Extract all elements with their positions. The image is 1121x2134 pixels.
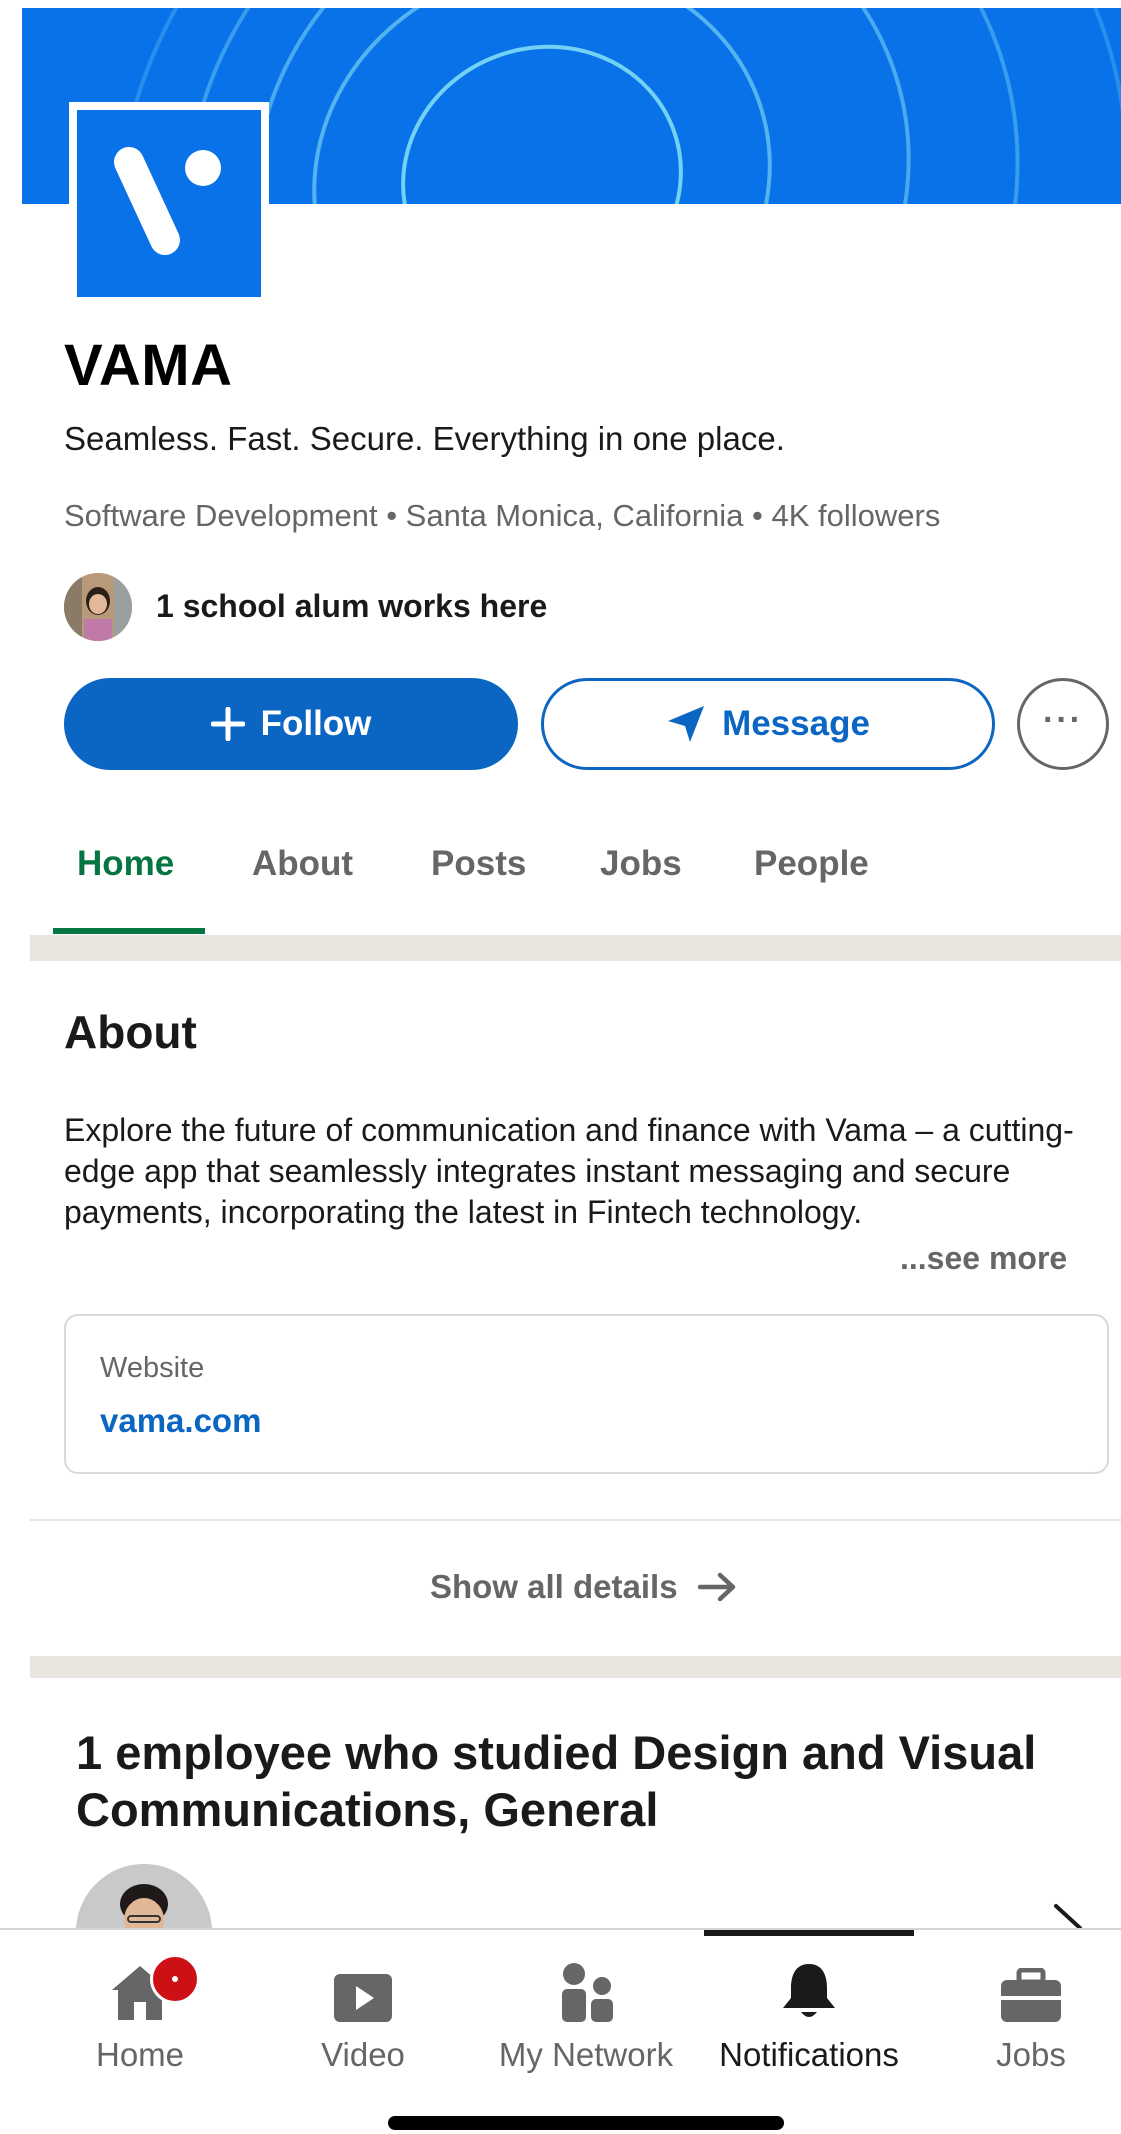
plus-icon (210, 707, 245, 741)
tab-people[interactable]: People (754, 844, 869, 884)
active-tab-indicator (53, 928, 205, 934)
bell-icon (783, 1964, 835, 2017)
tab-about[interactable]: About (252, 844, 353, 884)
home-indicator[interactable] (388, 2116, 784, 2130)
nav-notifications-label: Notifications (719, 2036, 899, 2073)
bottom-navigation: Home Video My Network Notifications Jobs (0, 1928, 1121, 2134)
message-label: Message (722, 704, 870, 743)
see-more-link[interactable]: ...see more (900, 1240, 1067, 1277)
send-icon (666, 704, 706, 744)
company-name: VAMA (64, 333, 233, 398)
employees-heading: 1 employee who studied Design and Visual… (76, 1726, 1037, 1836)
nav-video-label: Video (321, 2036, 405, 2073)
nav-my-network-label: My Network (498, 2036, 674, 2073)
section-divider (30, 1656, 1121, 1678)
divider (30, 1519, 1121, 1521)
vama-logo-icon (114, 147, 221, 255)
alum-avatar[interactable] (64, 573, 132, 641)
nav-jobs[interactable]: Jobs (921, 1942, 1121, 2074)
nav-my-network[interactable]: My Network (476, 1942, 696, 2074)
company-logo (69, 102, 269, 297)
message-button[interactable]: Message (541, 678, 995, 770)
company-tagline: Seamless. Fast. Secure. Everything in on… (64, 420, 785, 457)
nav-home[interactable]: Home (30, 1942, 250, 2074)
active-nav-indicator (704, 1930, 914, 1936)
website-link[interactable]: vama.com (100, 1402, 261, 1440)
follow-label: Follow (260, 704, 372, 743)
network-icon (562, 1963, 613, 2022)
website-label: Website (100, 1352, 205, 1384)
nav-notifications[interactable]: Notifications (699, 1942, 919, 2074)
alum-text[interactable]: 1 school alum works here (156, 588, 547, 625)
nav-jobs-label: Jobs (996, 2036, 1066, 2073)
notification-badge (150, 1954, 200, 2004)
about-description: Explore the future of communication and … (64, 1112, 1074, 1230)
ellipsis-icon: ··· (1043, 700, 1083, 739)
page-tabs: Home About Posts Jobs People (30, 820, 1121, 935)
about-heading: About (64, 1006, 197, 1058)
website-card: Website vama.com (64, 1314, 1109, 1474)
tab-home[interactable]: Home (77, 844, 174, 884)
nav-video[interactable]: Video (253, 1942, 473, 2074)
show-all-label: Show all details (430, 1568, 678, 1605)
company-meta: Software Development • Santa Monica, Cal… (64, 498, 941, 533)
video-icon (334, 1974, 392, 2022)
nav-home-label: Home (95, 2036, 185, 2073)
tab-jobs[interactable]: Jobs (600, 844, 682, 884)
briefcase-icon (1001, 1968, 1061, 2022)
show-all-details-button[interactable]: Show all details (430, 1568, 738, 1606)
section-divider (30, 935, 1121, 961)
follow-button[interactable]: Follow (64, 678, 518, 770)
arrow-right-icon (697, 1571, 738, 1603)
more-options-button[interactable]: ··· (1017, 678, 1109, 770)
tab-posts[interactable]: Posts (431, 844, 526, 884)
